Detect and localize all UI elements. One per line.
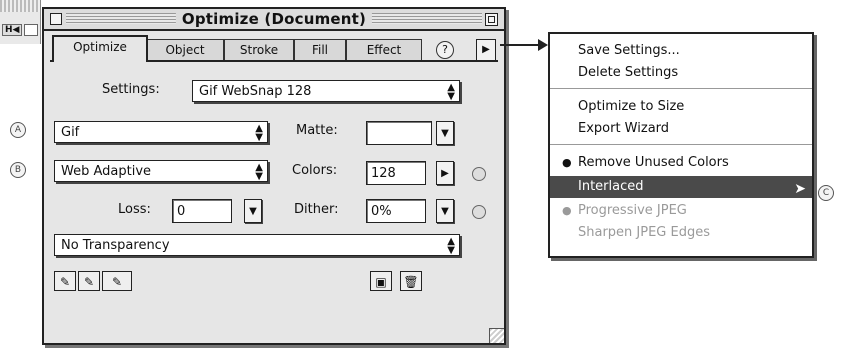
palette-type-value: Web Adaptive xyxy=(61,164,152,179)
callout-b: B xyxy=(10,162,26,178)
disabled-bullet-icon: ● xyxy=(562,204,572,217)
menu-item-label: Remove Unused Colors xyxy=(578,155,729,170)
menu-item-export-wizard[interactable]: Export Wizard xyxy=(550,118,812,140)
colors-field[interactable]: 128 xyxy=(366,161,426,185)
resize-grip-icon[interactable] xyxy=(489,328,504,343)
help-icon[interactable]: ? xyxy=(436,41,454,59)
tab-stroke[interactable]: Stroke xyxy=(224,39,294,60)
callout-c: C xyxy=(818,185,834,201)
options-popup-menu: Save Settings... Delete Settings Optimiz… xyxy=(548,32,814,258)
format-popup[interactable]: Gif ▲ ▼ xyxy=(54,121,268,143)
menu-item-progressive-jpeg: ● Progressive JPEG xyxy=(550,200,812,222)
matte-dropdown-icon[interactable]: ▼ xyxy=(436,121,454,145)
palette-type-popup[interactable]: Web Adaptive ▲ ▼ xyxy=(54,160,268,182)
loss-dropdown-icon[interactable]: ▼ xyxy=(244,199,262,223)
loss-label: Loss: xyxy=(118,202,151,217)
palette-titlebar[interactable]: Optimize (Document) xyxy=(44,9,504,31)
dither-field[interactable]: 0% xyxy=(366,199,426,223)
save-icon[interactable]: ▣ xyxy=(370,271,392,291)
connector-arrowhead xyxy=(538,39,548,51)
menu-item-delete-settings[interactable]: Delete Settings xyxy=(550,62,812,84)
settings-popup[interactable]: Gif WebSnap 128 ▲ ▼ xyxy=(192,80,460,102)
menu-item-label: Progressive JPEG xyxy=(578,203,687,218)
transparency-value: No Transparency xyxy=(61,238,170,253)
background-field[interactable] xyxy=(24,24,38,36)
options-menu-arrow-icon[interactable]: ▶ xyxy=(476,39,496,61)
popup-arrows-icon: ▲ ▼ xyxy=(447,82,455,102)
colors-label: Colors: xyxy=(292,163,338,178)
checked-bullet-icon: ● xyxy=(562,156,572,169)
loss-field[interactable]: 0 xyxy=(172,199,232,223)
format-value: Gif xyxy=(61,125,80,140)
menu-item-sharpen-jpeg-edges: Sharpen JPEG Edges xyxy=(578,225,711,240)
eyedropper-select-icon[interactable]: ✎ xyxy=(102,271,132,291)
eyedropper-remove-icon[interactable]: ✎ xyxy=(78,271,100,291)
background-window: H◀ xyxy=(0,0,41,44)
settings-value: Gif WebSnap 128 xyxy=(199,84,312,99)
tab-effect[interactable]: Effect xyxy=(346,39,422,60)
dither-label: Dither: xyxy=(294,202,339,217)
menu-item-label: Interlaced xyxy=(578,179,644,194)
pointer-cursor-icon: ➤ xyxy=(794,181,806,197)
zoom-box-icon[interactable] xyxy=(485,13,498,26)
dither-dropdown-icon[interactable]: ▼ xyxy=(436,199,454,223)
palette-title: Optimize (Document) xyxy=(175,10,373,28)
colors-arrow-icon[interactable]: ▶ xyxy=(436,161,454,185)
popup-arrows-icon: ▲ ▼ xyxy=(447,236,455,256)
menu-separator xyxy=(550,88,812,89)
popup-arrows-icon: ▲ ▼ xyxy=(255,123,263,143)
tab-optimize[interactable]: Optimize xyxy=(52,35,148,62)
trash-icon[interactable]: 🗑 xyxy=(400,271,422,291)
matte-label: Matte: xyxy=(296,123,338,138)
tab-object[interactable]: Object xyxy=(146,39,224,60)
palette-tabs: Optimize Object Stroke Fill Effect ? ▶ xyxy=(50,35,498,62)
dither-indicator-icon xyxy=(472,205,486,219)
settings-label: Settings: xyxy=(102,82,160,97)
menu-item-optimize-to-size[interactable]: Optimize to Size xyxy=(550,96,812,118)
connector-line xyxy=(500,44,540,46)
eyedropper-add-icon[interactable]: ✎ xyxy=(54,271,76,291)
callout-a: A xyxy=(10,122,26,138)
menu-item-remove-unused-colors[interactable]: ● Remove Unused Colors xyxy=(550,152,812,174)
optimize-palette: Optimize (Document) Optimize Object Stro… xyxy=(42,7,506,345)
matte-swatch[interactable] xyxy=(366,121,432,145)
close-box-icon[interactable] xyxy=(50,13,62,25)
transparency-popup[interactable]: No Transparency ▲ ▼ xyxy=(54,234,460,256)
menu-separator xyxy=(550,144,812,145)
popup-arrows-icon: ▲ ▼ xyxy=(255,162,263,182)
menu-item-interlaced[interactable]: Interlaced ➤ xyxy=(550,176,812,198)
background-nav-button[interactable]: H◀ xyxy=(2,24,23,36)
tab-fill[interactable]: Fill xyxy=(294,39,346,60)
background-window-titlebar xyxy=(0,0,40,12)
colors-indicator-icon xyxy=(472,167,486,181)
menu-item-save-settings[interactable]: Save Settings... xyxy=(550,40,812,62)
